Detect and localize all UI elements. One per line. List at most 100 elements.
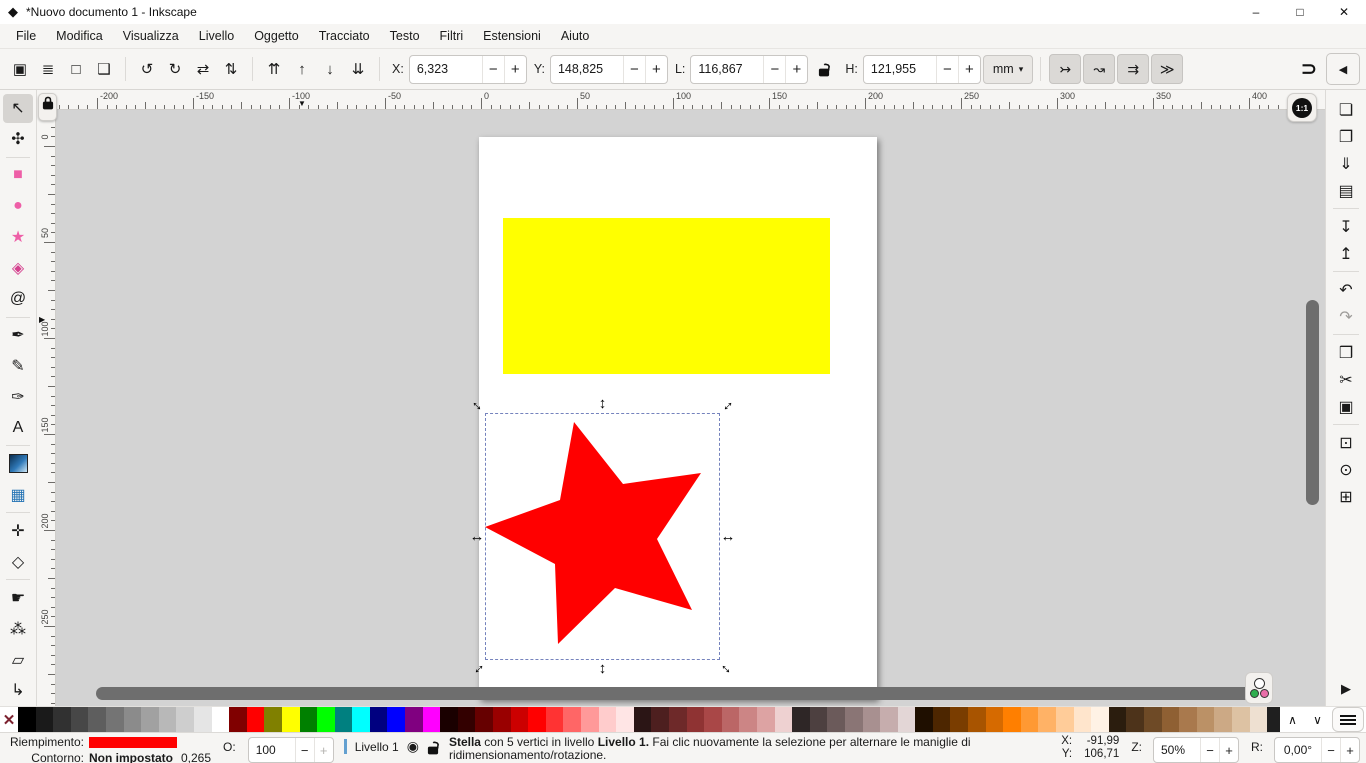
cut-button[interactable]: ✂	[1331, 366, 1361, 393]
palette-swatch-28[interactable]	[511, 707, 529, 732]
palette-swatch-70[interactable]	[1250, 707, 1268, 732]
zoom-1-1-button[interactable]: 1:1	[1287, 93, 1317, 122]
palette-swatch-44[interactable]	[792, 707, 810, 732]
width-field[interactable]: 116,867 − +	[690, 55, 808, 84]
palette-swatch-27[interactable]	[493, 707, 511, 732]
menu-item-oggetto[interactable]: Oggetto	[244, 26, 308, 46]
palette-swatch-12[interactable]	[229, 707, 247, 732]
palette-swatch-60[interactable]	[1074, 707, 1092, 732]
fill-stroke-indicator[interactable]: Riempimento: Contorno: Non impostato 0,2…	[6, 735, 211, 763]
rotate-ccw-button[interactable]: ↺	[133, 55, 161, 83]
palette-swatch-17[interactable]	[317, 707, 335, 732]
palette-swatch-19[interactable]	[352, 707, 370, 732]
palette-swatch-48[interactable]	[863, 707, 881, 732]
palette-swatch-61[interactable]	[1091, 707, 1109, 732]
text-tool[interactable]: A	[3, 413, 33, 442]
palette-swatch-67[interactable]	[1197, 707, 1215, 732]
menu-item-filtri[interactable]: Filtri	[430, 26, 474, 46]
palette-scroll-down-button[interactable]: ∨	[1305, 707, 1330, 732]
maximize-button[interactable]: □	[1278, 0, 1322, 24]
rotation-field[interactable]: 0,00° − +	[1274, 737, 1360, 763]
palette-swatch-13[interactable]	[247, 707, 265, 732]
palette-swatch-23[interactable]	[423, 707, 441, 732]
opacity-value[interactable]: 100	[249, 743, 295, 757]
palette-swatch-35[interactable]	[634, 707, 652, 732]
undo-button[interactable]: ↶	[1331, 276, 1361, 303]
palette-swatch-54[interactable]	[968, 707, 986, 732]
export-button[interactable]: ↥	[1331, 240, 1361, 267]
print-button[interactable]: ▤	[1331, 177, 1361, 204]
palette-swatch-15[interactable]	[282, 707, 300, 732]
palette-swatch-11[interactable]	[212, 707, 230, 732]
palette-swatch-51[interactable]	[915, 707, 933, 732]
canvas[interactable]: ↔ ↔ ↔ ↔ ↕ ↕ ↔ ↔	[56, 110, 1325, 706]
palette-swatch-57[interactable]	[1021, 707, 1039, 732]
palette-swatch-36[interactable]	[651, 707, 669, 732]
fill-color-swatch[interactable]	[89, 737, 177, 748]
palette-swatch-34[interactable]	[616, 707, 634, 732]
palette-swatch-10[interactable]	[194, 707, 212, 732]
zoom-selection-button[interactable]: ⊡	[1331, 429, 1361, 456]
palette-swatch-1[interactable]	[36, 707, 54, 732]
lock-ratio-icon[interactable]	[810, 55, 838, 83]
palette-swatch-30[interactable]	[546, 707, 564, 732]
collapse-panel-button[interactable]: ◀	[1326, 53, 1360, 85]
palette-swatch-64[interactable]	[1144, 707, 1162, 732]
zoom-field[interactable]: 50% − +	[1153, 737, 1239, 763]
snap-toggle-button[interactable]: ⊃	[1294, 54, 1324, 84]
unit-dropdown[interactable]: mm ▾	[983, 55, 1033, 84]
palette-swatch-4[interactable]	[88, 707, 106, 732]
minimize-button[interactable]: –	[1234, 0, 1278, 24]
palette-swatch-14[interactable]	[264, 707, 282, 732]
flip-vertical-button[interactable]: ⇅	[217, 55, 245, 83]
width-decrement-button[interactable]: −	[763, 56, 785, 83]
menu-item-visualizza[interactable]: Visualizza	[113, 26, 189, 46]
menu-item-testo[interactable]: Testo	[380, 26, 430, 46]
palette-swatch-69[interactable]	[1232, 707, 1250, 732]
height-decrement-button[interactable]: −	[936, 56, 958, 83]
palette-swatch-45[interactable]	[810, 707, 828, 732]
select-all-layers-button[interactable]: ≣	[34, 55, 62, 83]
width-increment-button[interactable]: +	[785, 56, 807, 83]
scale-handle-top[interactable]: ↕	[595, 397, 611, 411]
palette-swatch-65[interactable]	[1162, 707, 1180, 732]
palette-swatch-50[interactable]	[898, 707, 916, 732]
ellipse-tool[interactable]: ●	[3, 192, 33, 221]
x-field-value[interactable]: 6,323	[410, 62, 482, 76]
select-all-button[interactable]: ▣	[6, 55, 34, 83]
rotate-cw-button[interactable]: ↻	[161, 55, 189, 83]
layer-lock-icon[interactable]	[427, 739, 439, 755]
zoom-drawing-button[interactable]: ⊙	[1331, 456, 1361, 483]
palette-swatch-46[interactable]	[827, 707, 845, 732]
menu-item-aiuto[interactable]: Aiuto	[551, 26, 600, 46]
lower-to-bottom-button[interactable]: ⇊	[344, 55, 372, 83]
palette-swatch-71[interactable]	[1267, 707, 1280, 732]
opacity-increment-button[interactable]: +	[314, 738, 333, 762]
x-decrement-button[interactable]: −	[482, 56, 504, 83]
open-button[interactable]: ❐	[1331, 123, 1361, 150]
pencil-tool[interactable]: ✎	[3, 352, 33, 381]
palette-swatch-39[interactable]	[704, 707, 722, 732]
palette-swatch-59[interactable]	[1056, 707, 1074, 732]
zoom-decrement-button[interactable]: −	[1200, 738, 1219, 762]
menu-item-livello[interactable]: Livello	[189, 26, 244, 46]
pen-tool[interactable]: ✒	[3, 321, 33, 350]
dropper-tool[interactable]: ✛	[3, 516, 33, 545]
close-button[interactable]: ✕	[1322, 0, 1366, 24]
palette-swatch-43[interactable]	[775, 707, 793, 732]
new-document-button[interactable]: ❏	[1331, 96, 1361, 123]
selector-tool[interactable]: ↖	[3, 94, 33, 123]
palette-swatch-41[interactable]	[739, 707, 757, 732]
layer-visibility-eye-icon[interactable]: ◉	[407, 738, 419, 755]
rectangle-tool[interactable]: ■	[3, 161, 33, 190]
palette-swatch-6[interactable]	[124, 707, 142, 732]
opacity-field[interactable]: 100 − +	[248, 737, 334, 763]
gradient-tool[interactable]	[3, 449, 33, 478]
flip-horizontal-button[interactable]: ⇄	[189, 55, 217, 83]
expand-swatches-button[interactable]: ▶	[1333, 676, 1359, 702]
palette-swatch-26[interactable]	[475, 707, 493, 732]
rotation-increment-button[interactable]: +	[1340, 738, 1359, 762]
paste-button[interactable]: ▣	[1331, 393, 1361, 420]
palette-swatch-62[interactable]	[1109, 707, 1127, 732]
eraser-tool[interactable]: ▱	[3, 645, 33, 674]
